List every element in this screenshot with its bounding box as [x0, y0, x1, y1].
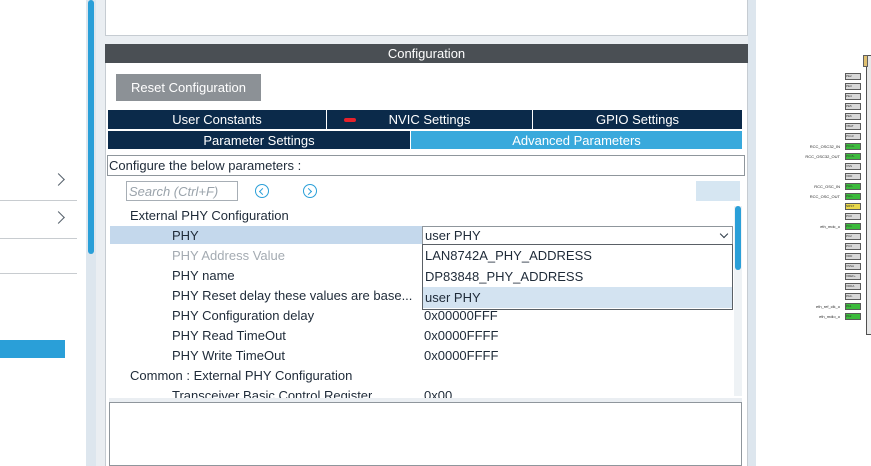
left-sidebar: [0, 0, 86, 466]
phy-dropdown-list: LAN8742A_PHY_ADDRESS DP83848_PHY_ADDRESS…: [422, 244, 733, 310]
param-list-scrollbar-thumb[interactable]: [735, 206, 741, 270]
configure-label: Configure the below parameters :: [107, 155, 745, 176]
chip-pin[interactable]: PE2: [845, 73, 861, 80]
phy-select[interactable]: user PHY: [422, 226, 733, 245]
search-input[interactable]: [126, 181, 238, 201]
chip-pin[interactable]: VREF+: [845, 273, 861, 280]
chip-pin[interactable]: VDD: [845, 253, 861, 260]
param-phy-write-timeout-value[interactable]: 0x0000FFFF: [424, 348, 498, 363]
dropdown-option[interactable]: DP83848_PHY_ADDRESS: [423, 266, 732, 287]
chip-pin[interactable]: PC15-: [845, 153, 861, 160]
tab-advanced-parameters[interactable]: Advanced Parameters: [411, 130, 742, 149]
search-next-icon[interactable]: [303, 184, 317, 198]
sidebar-category-row[interactable]: [0, 201, 77, 239]
param-phy-address-name: PHY Address Value: [172, 248, 285, 263]
chip-pin[interactable]: PH0-: [845, 183, 861, 190]
dropdown-option[interactable]: LAN8742A_PHY_ADDRESS: [423, 245, 732, 266]
pin-signal-label: RCC_OSC_IN: [814, 184, 840, 189]
description-panel: [109, 402, 742, 466]
chip-pin[interactable]: PE4: [845, 93, 861, 100]
param-phy-read-timeout[interactable]: PHY Read TimeOut: [172, 328, 286, 343]
chip-pin[interactable]: NRST: [845, 203, 861, 210]
chip-pin[interactable]: VDDA: [845, 283, 861, 290]
param-transceiver-bcr[interactable]: Transceiver Basic Control Register: [172, 388, 372, 398]
phy-select-value: user PHY: [425, 228, 481, 243]
chevron-right-icon: [52, 173, 65, 186]
chip-pin[interactable]: PE3: [845, 83, 861, 90]
chip-pin1-marker: [863, 55, 868, 67]
chip-pin[interactable]: PE5: [845, 103, 861, 110]
param-transceiver-bcr-value[interactable]: 0x00: [424, 388, 452, 398]
param-phy-config-delay[interactable]: PHY Configuration delay: [172, 308, 314, 323]
sidebar-scrollbar-thumb[interactable]: [88, 0, 94, 254]
sidebar-selected-item[interactable]: [0, 340, 65, 358]
sidebar-category-row[interactable]: [0, 163, 77, 201]
chevron-right-icon: [52, 211, 65, 224]
chip-pin[interactable]: VSSA: [845, 263, 861, 270]
expand-button[interactable]: [696, 181, 740, 201]
chip-pin[interactable]: PA0-: [845, 293, 861, 300]
chip-pinout-view[interactable]: PE2 PE3 PE4 PE5 PE6 VBAT PC13 PC14- PC15…: [756, 0, 871, 466]
tab-gpio-settings[interactable]: GPIO Settings: [533, 110, 742, 129]
chip-pin[interactable]: VSS: [845, 163, 861, 170]
tab-user-constants[interactable]: User Constants: [108, 110, 327, 129]
selected-row-highlight: [110, 226, 422, 244]
section-common-phy[interactable]: Common : External PHY Configuration: [130, 368, 352, 383]
chip-pin[interactable]: PA2: [845, 313, 861, 320]
param-phy-name[interactable]: PHY: [172, 228, 199, 243]
tab-parameter-settings[interactable]: Parameter Settings: [108, 130, 411, 149]
warning-marker-icon: [344, 118, 356, 122]
configuration-header: Configuration: [105, 44, 748, 63]
chip-pin[interactable]: PC2: [845, 233, 861, 240]
reset-configuration-button[interactable]: Reset Configuration: [116, 74, 261, 101]
param-phy-config-delay-value[interactable]: 0x00000FFF: [424, 308, 498, 323]
param-phy-name-label[interactable]: PHY name: [172, 268, 235, 283]
panel-splitter[interactable]: [748, 0, 756, 466]
chip-pin[interactable]: PC14-: [845, 143, 861, 150]
chip-pin[interactable]: PC0: [845, 213, 861, 220]
param-phy-read-timeout-value[interactable]: 0x0000FFFF: [424, 328, 498, 343]
mcu-chip[interactable]: [866, 55, 871, 335]
mode-panel: [105, 0, 748, 36]
pin-signal-label: RCC_OSC32_OUT: [805, 154, 840, 159]
chip-pin[interactable]: PE6: [845, 113, 861, 120]
pin-signal-label: eth_mdio_o: [819, 314, 840, 319]
search-previous-icon[interactable]: [255, 184, 269, 198]
chip-pin[interactable]: PC3: [845, 243, 861, 250]
section-external-phy[interactable]: External PHY Configuration: [130, 208, 289, 223]
chip-pin[interactable]: PC1: [845, 223, 861, 230]
param-phy-reset-delay[interactable]: PHY Reset delay these values are base...: [172, 288, 412, 303]
pin-signal-label: RCC_OSC_OUT: [809, 194, 840, 199]
sidebar-divider: [0, 273, 77, 274]
param-phy-write-timeout[interactable]: PHY Write TimeOut: [172, 348, 285, 363]
chip-pin[interactable]: PA1: [845, 303, 861, 310]
pin-signal-label: eth_mdc_o: [820, 224, 840, 229]
chip-pin[interactable]: PH1-: [845, 193, 861, 200]
chip-pin[interactable]: VBAT: [845, 123, 861, 130]
chip-pin[interactable]: PC13: [845, 133, 861, 140]
tab-nvic-settings[interactable]: NVIC Settings: [327, 110, 533, 129]
chevron-down-icon[interactable]: [719, 229, 729, 239]
pin-signal-label: RCC_OSC32_IN: [809, 144, 840, 149]
dropdown-option-selected[interactable]: user PHY: [423, 287, 732, 308]
pin-signal-label: eth_ref_clk_o: [815, 304, 840, 309]
chip-pin[interactable]: VDD: [845, 173, 861, 180]
